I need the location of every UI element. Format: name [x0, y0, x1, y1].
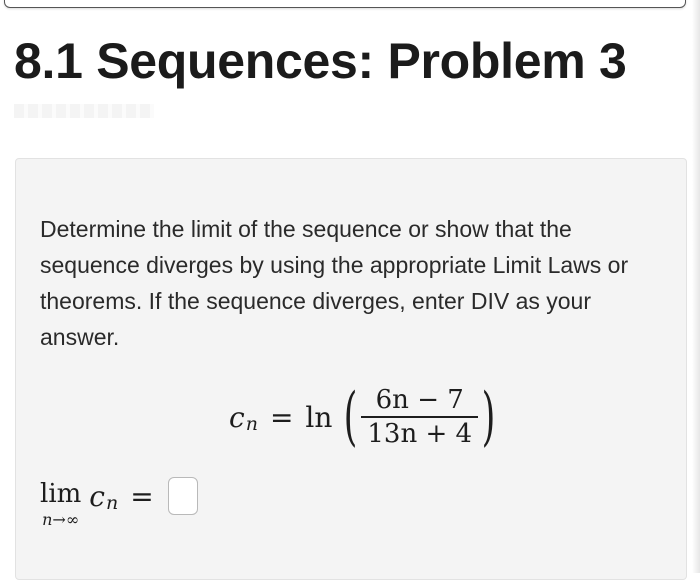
top-panel-edge: [4, 0, 686, 8]
problem-instructions: Determine the limit of the sequence or s…: [40, 216, 629, 350]
limit-subscript: n→∞: [42, 510, 80, 529]
limit-expression: lim n→∞ cn =: [40, 477, 198, 529]
fraction-numerator: 6n − 7: [375, 385, 464, 415]
answer-input[interactable]: [167, 477, 198, 515]
equation-subscript: n: [245, 413, 258, 435]
equation-variable: c: [229, 400, 245, 434]
limit-operator: lim n→∞: [40, 479, 81, 529]
equation-function: ln: [305, 400, 333, 434]
equation-fraction: 6n − 7 13n + 4: [361, 384, 479, 450]
limit-rhs: cn =: [89, 477, 198, 515]
fraction-denominator: 13n + 4: [367, 419, 473, 449]
right-paren: ): [481, 380, 496, 454]
problem-card: Determine the limit of the sequence or s…: [15, 158, 687, 580]
left-paren: (: [344, 380, 358, 454]
equation-equals: =: [269, 400, 294, 434]
limit-word: lim: [40, 479, 82, 509]
faded-subtitle: [14, 104, 154, 118]
limit-variable: c: [89, 479, 105, 513]
page-title: 8.1 Sequences: Problem 3: [14, 33, 627, 89]
window-edge: [692, 0, 700, 573]
limit-equals: =: [130, 479, 154, 513]
sequence-equation: cn = ln ( 6n − 7 13n + 4 ): [229, 377, 501, 457]
limit-var-subscript: n: [105, 492, 119, 514]
